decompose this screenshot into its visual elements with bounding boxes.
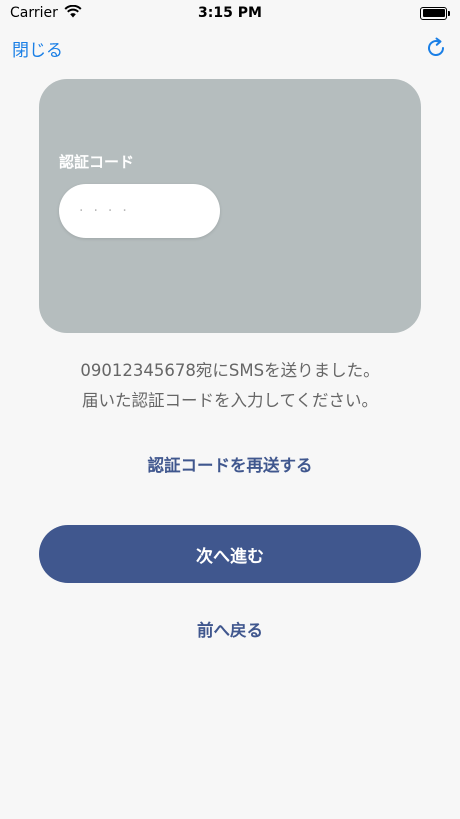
- status-left: Carrier: [10, 4, 82, 22]
- next-button[interactable]: 次へ進む: [39, 525, 421, 583]
- sms-message-line1: 09012345678宛にSMSを送りました。: [80, 361, 380, 380]
- close-button[interactable]: 閉じる: [12, 36, 63, 61]
- reload-icon[interactable]: [424, 36, 448, 60]
- status-bar: Carrier 3:15 PM: [0, 0, 460, 26]
- verification-screen: Carrier 3:15 PM 閉じる 認証コード ···· 090123456…: [0, 0, 460, 819]
- code-input[interactable]: [59, 184, 220, 238]
- code-card: 認証コード: [39, 79, 421, 333]
- code-label: 認証コード: [59, 153, 135, 171]
- nav-bar: 閉じる: [0, 26, 460, 70]
- sms-message-line2: 届いた認証コードを入力してください。: [81, 391, 378, 410]
- resend-code-link[interactable]: 認証コードを再送する: [0, 452, 460, 476]
- wifi-icon: [64, 4, 82, 22]
- sms-message: 09012345678宛にSMSを送りました。 届いた認証コードを入力してくださ…: [30, 356, 430, 416]
- battery-icon: [420, 6, 450, 20]
- back-link[interactable]: 前へ戻る: [0, 617, 460, 641]
- carrier-label: Carrier: [10, 5, 58, 21]
